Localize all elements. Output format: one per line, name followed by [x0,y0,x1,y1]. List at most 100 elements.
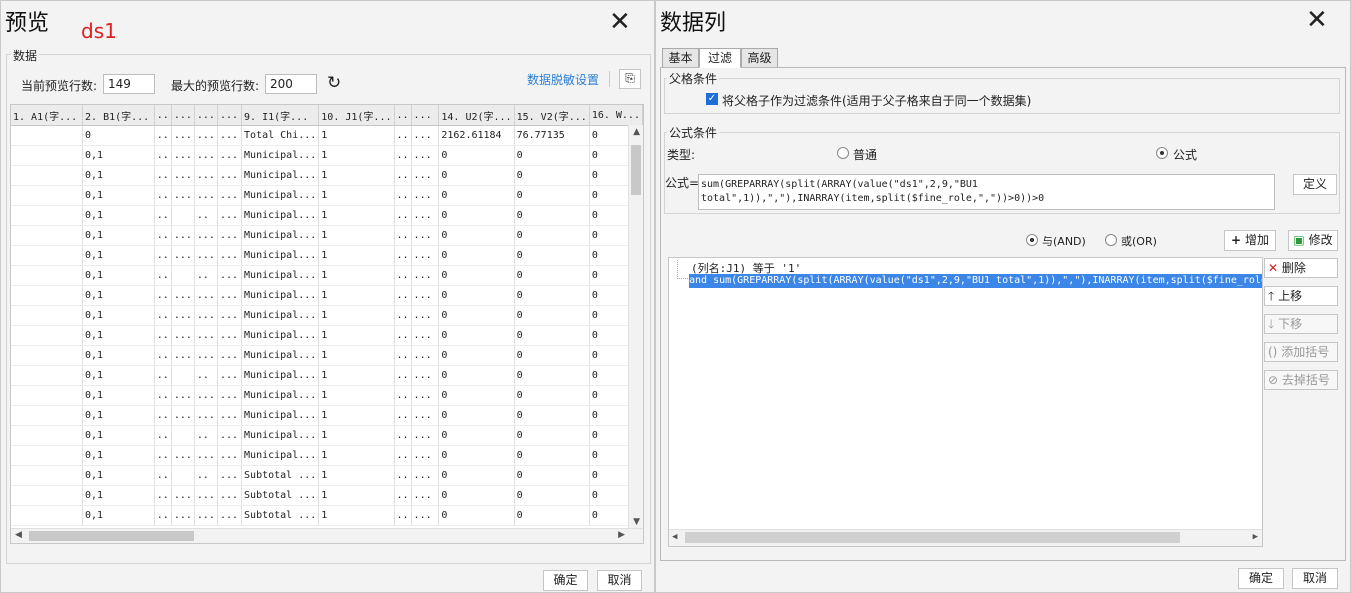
column-header[interactable]: 1. A1(字... [11,105,84,126]
scroll-right-icon[interactable]: ▶ [618,530,625,540]
vertical-scrollbar[interactable] [628,125,643,529]
table-row[interactable]: 0,1........... Subtotal ... 1..... 0 0 0 [11,485,643,506]
remove-bracket-button[interactable]: ⊘ 去掉括号 [1264,370,1338,390]
max-rows-input[interactable]: 200 [265,74,317,94]
table-cell: ... [217,365,243,386]
table-row[interactable]: 0,1........... Municipal... 1..... 0 0 0 [11,325,643,346]
table-cell: 0 [514,365,590,386]
table-row[interactable]: 0,1........... Municipal... 1..... 0 0 0 [11,245,643,266]
tab-advanced[interactable]: 高级 [741,48,778,68]
table-cell: .. [394,425,412,446]
move-up-button[interactable]: 🡑 上移 [1264,286,1338,306]
dataset-name: ds1 [81,19,117,43]
table-cell: .. [394,205,412,226]
table-row[interactable]: 0,1........... Municipal... 1..... 0 0 0 [11,225,643,246]
table-row[interactable]: 0,1........... Municipal... 1..... 0 0 0 [11,165,643,186]
condition-item-2[interactable]: and sum(GREPARRAY(split(ARRAY(value("ds1… [689,274,1262,288]
column-header[interactable]: ... [411,105,440,126]
table-row[interactable]: 0,1........... Municipal... 1..... 0 0 0 [11,185,643,206]
table-cell: Municipal... [241,445,320,466]
desensitize-link[interactable]: 数据脱敏设置 [527,71,599,88]
scroll-down-icon[interactable]: ▼ [633,517,640,527]
radio-and[interactable] [1026,234,1038,246]
cancel-button[interactable]: 取消 [1292,568,1338,589]
cancel-button[interactable]: 取消 [597,570,642,591]
add-button[interactable]: + 增加 [1224,230,1276,251]
table-cell: .. [154,365,172,386]
add-bracket-button[interactable]: () 添加括号 [1264,342,1338,362]
preview-title: 预览 [5,11,50,36]
table-row[interactable]: 0........... Total Chi... 1..... 2162.61184… [11,125,643,146]
formula-line-1: sum(GREPARRAY(split(ARRAY(value("ds1",2,… [701,179,978,190]
table-row[interactable]: 0,1........... Municipal... 1..... 0 0 0 [11,345,643,366]
table-cell: 0 [514,145,590,166]
scroll-up-icon[interactable]: ▲ [633,127,640,137]
table-cell: Municipal... [241,245,320,266]
table-cell: .. [154,505,172,526]
horizontal-scrollbar[interactable]: ◀ ▶ [11,528,643,543]
vertical-scroll-thumb[interactable] [631,145,641,195]
table-cell: ... [217,465,243,486]
current-rows-input[interactable]: 149 [103,74,155,94]
column-header[interactable]: ... [171,105,195,126]
table-cell: 0 [438,345,515,366]
column-header[interactable]: .. [394,105,412,126]
scroll-left-icon[interactable]: ◀ [672,532,677,542]
column-header[interactable]: 14. U2(字... [438,105,515,126]
table-cell [11,365,84,386]
column-header[interactable]: .. [154,105,172,126]
table-row[interactable]: 0,1....... Municipal... 1..... 0 0 0 [11,205,643,226]
column-header[interactable]: ... [194,105,218,126]
table-row[interactable]: 0,1........... Municipal... 1..... 0 0 0 [11,385,643,406]
radio-formula[interactable] [1156,147,1168,159]
table-cell: 0,1 [82,265,155,286]
close-icon[interactable]: ✕ [1306,7,1328,33]
ok-button[interactable]: 确定 [543,570,588,591]
radio-normal[interactable] [837,147,849,159]
scroll-right-icon[interactable]: ▶ [1253,532,1258,542]
tab-basic[interactable]: 基本 [662,48,699,68]
table-row[interactable]: 0,1........... Municipal... 1..... 0 0 0 [11,285,643,306]
delete-button[interactable]: ✕ 删除 [1264,258,1338,278]
ok-button[interactable]: 确定 [1238,568,1284,589]
table-row[interactable]: 0,1....... Municipal... 1..... 0 0 0 [11,265,643,286]
scroll-left-icon[interactable]: ◀ [15,530,22,540]
table-row[interactable]: 0,1....... Subtotal ... 1..... 0 0 0 [11,465,643,486]
table-cell: .. [154,185,172,206]
table-row[interactable]: 0,1........... Municipal... 1..... 0 0 0 [11,305,643,326]
define-button[interactable]: 定义 [1293,174,1337,195]
export-file-icon[interactable]: ⎘ [619,69,641,89]
column-header[interactable]: ... [217,105,243,126]
column-header[interactable]: 15. V2(字... [514,105,590,126]
table-row[interactable]: 0,1....... Municipal... 1..... 0 0 0 [11,425,643,446]
table-row[interactable]: 0,1........... Municipal... 1..... 0 0 0 [11,405,643,426]
column-header[interactable]: 9. I1(字... [241,105,320,126]
radio-or[interactable] [1105,234,1117,246]
close-icon[interactable]: ✕ [609,9,631,35]
table-cell: .. [154,465,172,486]
table-cell: 0 [514,265,590,286]
condition-hscrollbar[interactable]: ◀ ▶ [669,529,1262,546]
table-cell [171,465,195,486]
table-row[interactable]: 0,1........... Municipal... 1..... 0 0 0 [11,145,643,166]
table-cell: 0 [438,245,515,266]
modify-button[interactable]: ▣ 修改 [1288,230,1338,251]
column-header[interactable]: 16. W... [589,105,643,126]
table-cell [11,425,84,446]
table-row[interactable]: 0,1........... Subtotal ... 1..... 0 0 0 [11,505,643,526]
table-cell: ... [411,285,440,306]
table-row[interactable]: 0,1....... Municipal... 1..... 0 0 0 [11,365,643,386]
tab-filter[interactable]: 过滤 [699,48,741,68]
refresh-icon[interactable]: ↻ [327,73,341,93]
table-cell: ... [171,485,195,506]
column-header[interactable]: 2. B1(字... [82,105,155,126]
table-row[interactable]: 0,1........... Municipal... 1..... 0 0 0 [11,445,643,466]
table-cell: Municipal... [241,405,320,426]
table-cell [171,365,195,386]
condition-hscroll-thumb[interactable] [685,532,1180,543]
parent-filter-checkbox[interactable]: ✓ [706,93,718,105]
formula-input[interactable]: sum(GREPARRAY(split(ARRAY(value("ds1",2,… [698,174,1275,210]
horizontal-scroll-thumb[interactable] [29,531,194,541]
move-down-button[interactable]: 🡓 下移 [1264,314,1338,334]
column-header[interactable]: 10. J1(字... [318,105,395,126]
